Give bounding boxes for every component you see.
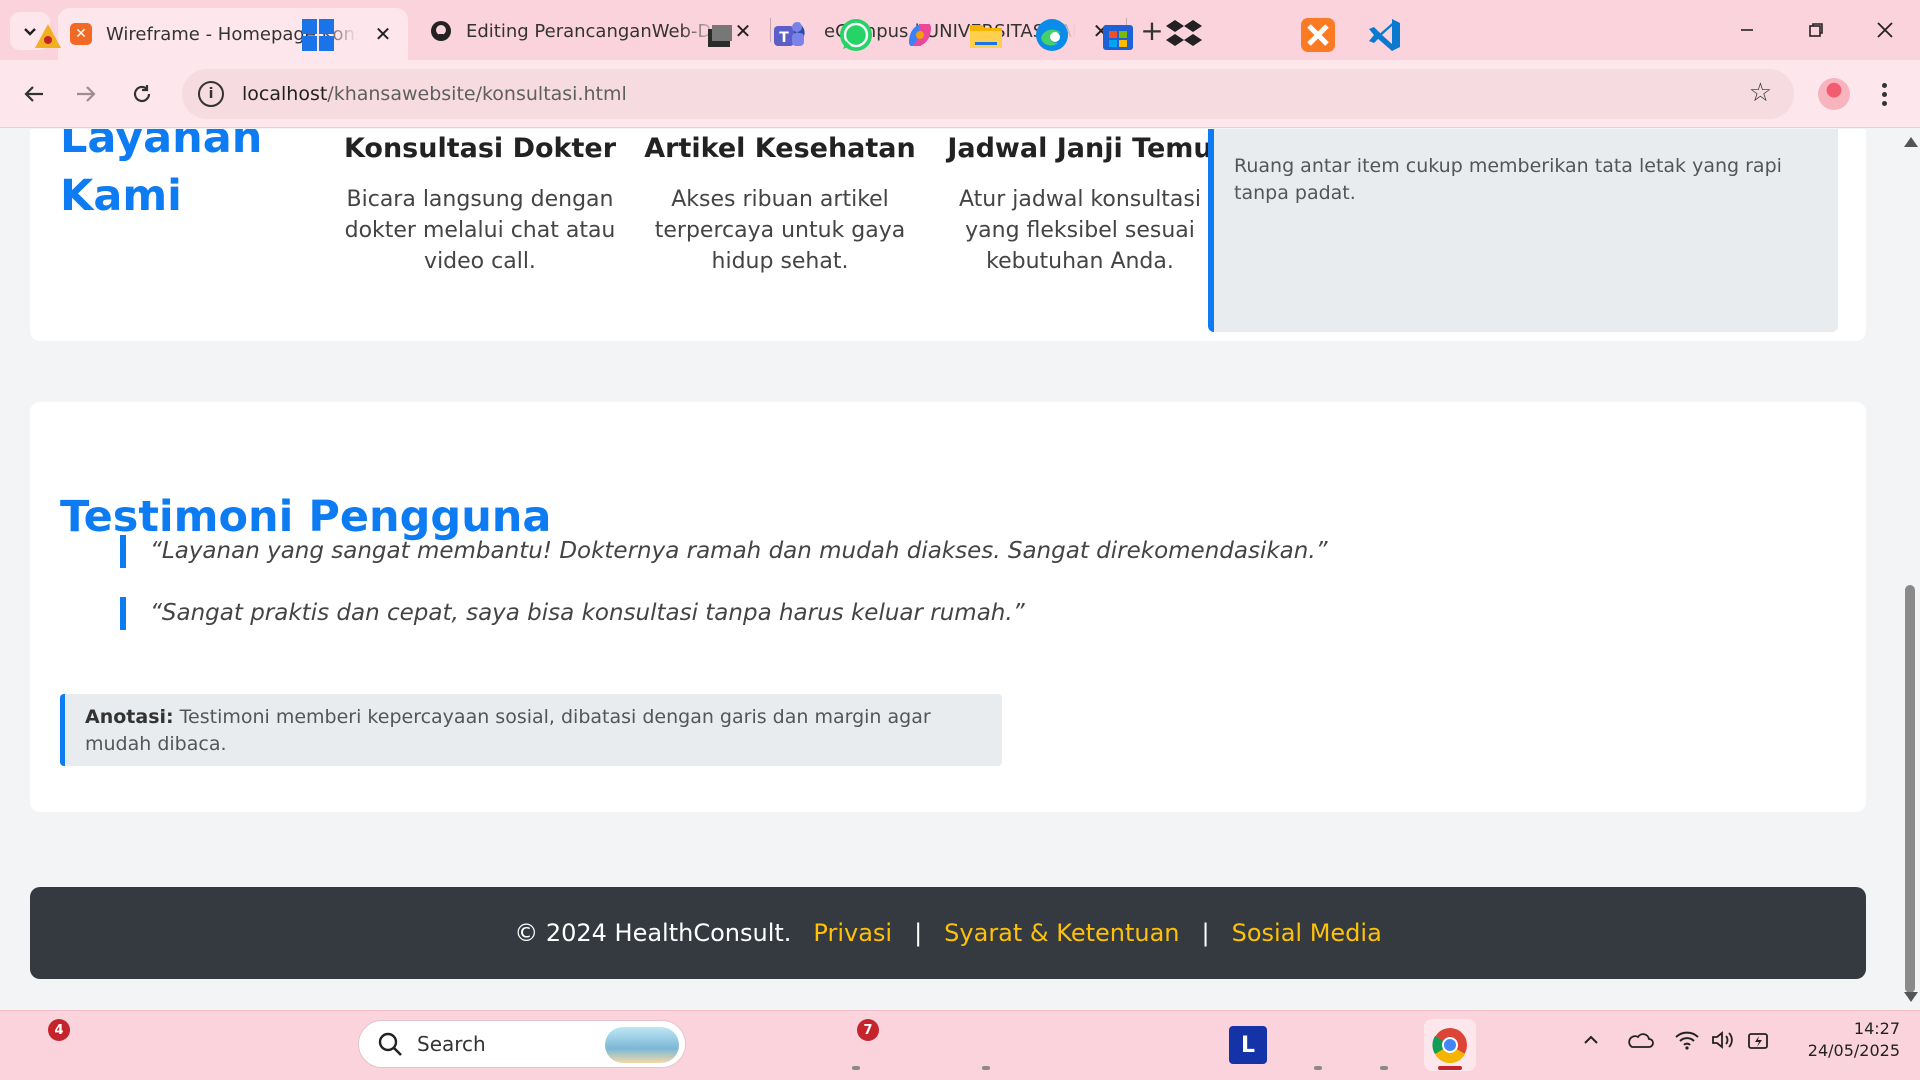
forward-arrow-icon[interactable] (66, 74, 106, 114)
service-description: Akses ribuan artikel terpercaya untuk ga… (654, 187, 906, 274)
profile-avatar[interactable] (1818, 78, 1850, 110)
restore-icon[interactable] (1793, 10, 1839, 50)
taskbar-search-box[interactable]: Search (358, 1020, 686, 1068)
annotation-text: Ruang antar item cukup memberikan tata l… (1234, 155, 1782, 204)
xampp-taskbar-icon[interactable] (1296, 13, 1340, 57)
bookmark-star-icon[interactable]: ☆ (1749, 78, 1772, 108)
services-card: Layanan Kami Konsultasi Dokter Bicara la… (30, 129, 1866, 341)
l-app-icon[interactable]: L (1229, 1026, 1267, 1064)
browser-tab-strip: ✕ Wireframe - Homepage Konsultasi ✕ Edit… (0, 0, 1920, 60)
clock-time: 14:27 (1853, 1019, 1900, 1038)
xampp-running-indicator (1314, 1066, 1322, 1070)
battery-charging-icon[interactable] (1746, 1030, 1772, 1055)
footer-separator: | (1201, 919, 1210, 947)
footer-link-syarat[interactable]: Syarat & Ketentuan (944, 919, 1179, 947)
service-heading: Artikel Kesehatan (644, 133, 916, 164)
browser-tab-wireframe[interactable]: ✕ Wireframe - Homepage Konsultasi ✕ (58, 8, 408, 60)
vscode-running-indicator (1380, 1066, 1388, 1070)
browser-menu-icon[interactable] (1872, 74, 1896, 114)
clock-date: 24/05/2025 (1807, 1041, 1900, 1060)
vscode-icon[interactable] (1362, 13, 1406, 57)
service-heading: Jadwal Janji Temu (947, 133, 1213, 164)
search-placeholder: Search (417, 1032, 486, 1056)
search-icon (378, 1032, 402, 1056)
service-item-artikel: Artikel Kesehatan Akses ribuan artikel t… (630, 133, 930, 277)
url-host: localhost (242, 83, 328, 105)
service-heading: Konsultasi Dokter (343, 133, 617, 164)
back-arrow-icon[interactable] (14, 74, 54, 114)
chrome-icon[interactable] (1424, 1019, 1476, 1071)
testimonial-quote: “Layanan yang sangat membantu! Dokternya… (120, 535, 1328, 568)
teams-icon[interactable]: T (766, 13, 810, 57)
minimize-icon[interactable] (1724, 10, 1770, 50)
scroll-down-arrow-icon[interactable] (1904, 992, 1918, 1002)
microsoft-store-icon[interactable] (1096, 13, 1140, 57)
whatsapp-badge: 7 (857, 1019, 879, 1041)
testimonials-card: Testimoni Pengguna “Layanan yang sangat … (30, 402, 1866, 812)
windows-start-icon[interactable] (296, 13, 340, 57)
service-description: Bicara langsung dengan dokter melalui ch… (344, 187, 616, 274)
whatsapp-running-indicator (852, 1066, 860, 1070)
service-item-konsultasi: Konsultasi Dokter Bicara langsung dengan… (330, 133, 630, 277)
weather-badge: 4 (48, 1019, 70, 1041)
page-scrollbar[interactable] (1900, 129, 1920, 1010)
testimonials-annotation-box: Anotasi: Testimoni memberi kepercayaan s… (60, 694, 1002, 766)
footer-link-sosial-media[interactable]: Sosial Media (1232, 919, 1382, 947)
onedrive-cloud-icon[interactable] (1626, 1030, 1654, 1055)
site-info-icon[interactable]: i (198, 81, 224, 107)
github-icon (430, 20, 452, 42)
page-footer: © 2024 HealthConsult. Privasi | Syarat &… (30, 887, 1866, 979)
testimonial-quote: “Sangat praktis dan cepat, saya bisa kon… (120, 597, 1025, 630)
svg-text:T: T (779, 30, 789, 46)
scrollbar-thumb[interactable] (1905, 585, 1915, 993)
close-tab-icon[interactable]: ✕ (372, 22, 394, 46)
edge-browser-icon[interactable] (1030, 13, 1074, 57)
explorer-running-indicator (982, 1066, 990, 1070)
footer-link-privasi[interactable]: Privasi (813, 919, 892, 947)
dropbox-icon[interactable] (1162, 13, 1206, 57)
tab-title: Editing PerancanganWeb-Desain (466, 20, 718, 42)
file-explorer-icon[interactable] (964, 13, 1008, 57)
service-item-jadwal: Jadwal Janji Temu Atur jadwal konsultasi… (930, 133, 1230, 277)
chrome-active-indicator (1438, 1066, 1462, 1070)
browser-toolbar: i localhost/khansawebsite/konsultasi.htm… (0, 60, 1920, 128)
reload-icon[interactable] (122, 74, 162, 114)
whatsapp-icon[interactable] (834, 13, 878, 57)
page-viewport: Layanan Kami Konsultasi Dokter Bicara la… (0, 129, 1900, 1010)
wifi-icon[interactable] (1674, 1030, 1700, 1055)
search-highlight-art (605, 1027, 679, 1063)
services-title: Layanan Kami (60, 129, 263, 221)
address-bar[interactable]: i localhost/khansawebsite/konsultasi.htm… (182, 69, 1794, 119)
system-clock[interactable]: 14:27 24/05/2025 (1790, 1018, 1900, 1062)
url-path: /khansawebsite/konsultasi.html (327, 83, 627, 105)
footer-copyright: © 2024 HealthConsult. (514, 919, 792, 947)
url-text: localhost/khansawebsite/konsultasi.html (242, 83, 627, 105)
show-hidden-icons-chevron-icon[interactable] (1582, 1030, 1600, 1054)
services-annotation-box: Ruang antar item cukup memberikan tata l… (1208, 129, 1838, 332)
close-window-icon[interactable] (1862, 10, 1908, 50)
task-view-icon[interactable] (698, 13, 742, 57)
footer-separator: | (914, 919, 923, 947)
xampp-icon: ✕ (70, 23, 92, 45)
annotation-label: Anotasi: (85, 706, 174, 728)
copilot-icon[interactable] (898, 13, 942, 57)
volume-icon[interactable] (1710, 1030, 1736, 1055)
annotation-text: Testimoni memberi kepercayaan sosial, di… (85, 706, 931, 755)
service-description: Atur jadwal konsultasi yang fleksibel se… (959, 187, 1201, 274)
weather-widget-icon[interactable] (26, 13, 70, 57)
scroll-up-arrow-icon[interactable] (1904, 137, 1918, 147)
